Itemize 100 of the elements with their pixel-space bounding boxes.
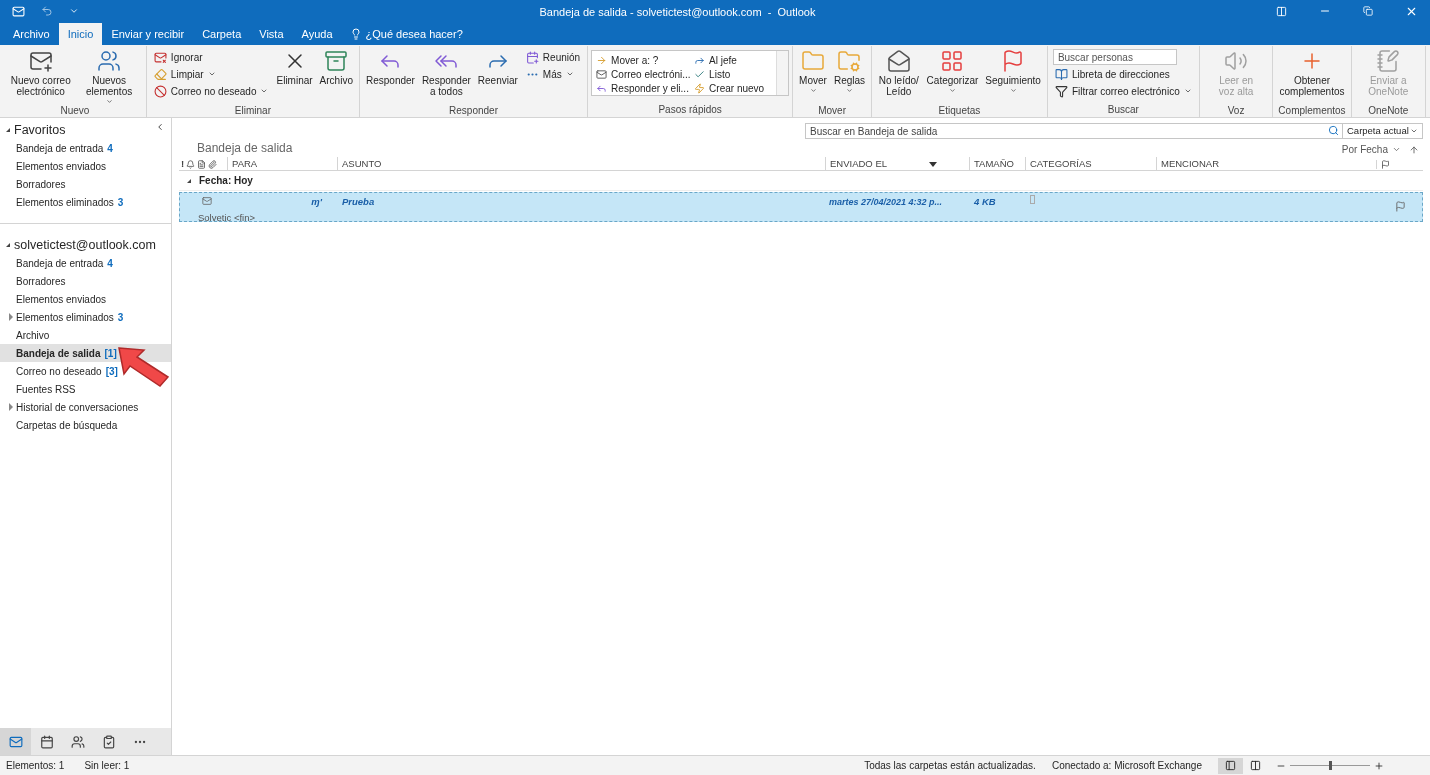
ribbon-button[interactable]: Nuevo correo electrónico xyxy=(7,46,75,104)
flag-icon[interactable] xyxy=(1395,201,1406,212)
ribbon-tab[interactable]: Ayuda xyxy=(292,23,342,45)
book-icon xyxy=(1054,67,1068,81)
folder-item[interactable]: Historial de conversaciones xyxy=(0,398,171,416)
expand-triangle-icon[interactable] xyxy=(6,243,10,247)
column-header[interactable]: ASUNTO xyxy=(337,157,825,172)
zoom-in-icon[interactable] xyxy=(1374,760,1384,771)
attachment-icon[interactable] xyxy=(208,159,218,169)
ribbon-button[interactable]: Responder a todos xyxy=(418,46,474,104)
column-header[interactable]: MENCIONAR xyxy=(1156,157,1376,172)
reminder-icon[interactable] xyxy=(186,159,196,169)
folder-item[interactable]: Fuentes RSS xyxy=(0,380,171,398)
quick-step[interactable]: Crear nuevo xyxy=(694,81,773,95)
unread-count: 4 xyxy=(107,141,113,156)
ribbon-button[interactable]: Reglas xyxy=(830,46,869,104)
unread-status: Sin leer: 1 xyxy=(84,759,130,773)
customize-icon[interactable] xyxy=(69,6,79,16)
sort-direction-icon[interactable] xyxy=(1409,144,1419,155)
quick-step[interactable]: Responder y eli... xyxy=(596,81,695,95)
undo-icon[interactable] xyxy=(41,5,53,17)
folder-item[interactable]: Elementos enviados xyxy=(0,290,171,308)
ribbon-tab[interactable]: Vista xyxy=(250,23,293,45)
reading-view-icon xyxy=(1250,760,1261,771)
ribbon-button[interactable]: Reenviar xyxy=(474,46,521,104)
tell-me-field[interactable]: ¿Qué desea hacer? xyxy=(365,25,486,43)
check-icon xyxy=(694,68,706,80)
folder-item[interactable]: Bandeja de entrada 4 xyxy=(0,139,171,157)
ribbon-button[interactable]: Reunión xyxy=(523,49,583,65)
people-search-field[interactable]: Buscar personas xyxy=(1052,49,1177,65)
ribbon-button[interactable]: Responder xyxy=(362,46,418,104)
importance-column[interactable]: ! xyxy=(181,157,185,172)
ribbon-button[interactable]: Seguimiento xyxy=(982,46,1044,104)
category-grid-icon xyxy=(940,49,965,73)
ribbon-button[interactable]: Ignorar xyxy=(151,49,271,65)
quick-step[interactable]: Correo electróni... xyxy=(596,67,695,81)
quick-step[interactable]: Listo xyxy=(694,67,773,81)
group-label: OneNote xyxy=(1367,104,1410,118)
sort-dropdown[interactable]: Por Fecha xyxy=(1341,142,1401,157)
group-label: Responder xyxy=(448,104,499,118)
ribbon-button[interactable]: Obtener complementos xyxy=(1276,46,1348,104)
column-header[interactable]: PARA xyxy=(227,157,337,172)
folder-item[interactable]: Bandeja de entrada 4 xyxy=(0,254,171,272)
folder-item[interactable]: Elementos eliminados 3 xyxy=(0,308,171,326)
envelope-icon xyxy=(202,196,212,206)
group-label: Buscar xyxy=(1106,103,1140,117)
ribbon-button[interactable]: No leído/ Leído xyxy=(875,46,923,104)
normal-view-icon xyxy=(1225,760,1236,771)
ribbon-button[interactable]: Nuevos elementos xyxy=(75,46,143,104)
message-size: 4 KB xyxy=(973,195,997,209)
column-header[interactable]: TAMAÑO xyxy=(969,157,1025,172)
ribbon-button[interactable]: Filtrar correo electrónico xyxy=(1052,83,1194,99)
folder-item[interactable]: Borradores xyxy=(0,272,171,290)
nav-button[interactable] xyxy=(0,728,31,755)
search-icon[interactable] xyxy=(1328,125,1339,136)
column-header[interactable]: ENVIADO EL xyxy=(825,157,969,172)
connection-status: Conectado a: Microsoft Exchange xyxy=(1051,759,1202,773)
folder-item[interactable]: Borradores xyxy=(0,175,171,193)
zoom-slider[interactable] xyxy=(1290,760,1370,771)
folder-item[interactable]: Carpetas de búsqueda xyxy=(0,416,171,434)
quick-step[interactable]: Mover a: ? xyxy=(596,53,695,67)
ribbon-tab[interactable]: Archivo xyxy=(4,23,59,45)
message-row[interactable]: ɱ' Solvetic <fin> Prueba martes 27/04/2021 4:32 p... 4 KB xyxy=(179,192,1423,222)
ribbon-button[interactable]: Libreta de direcciones xyxy=(1052,66,1194,82)
folder-item[interactable]: Elementos eliminados 3 xyxy=(0,193,171,211)
ribbon-tab[interactable]: Carpeta xyxy=(193,23,251,45)
ribbon-options-icon[interactable] xyxy=(1276,5,1287,17)
folder-item[interactable]: Elementos enviados xyxy=(0,157,171,175)
window-title: Bandeja de salida - solvetictest@outlook.com - Outlook xyxy=(539,6,816,18)
ribbon-tab[interactable]: Inicio xyxy=(58,23,103,45)
quick-step[interactable]: Al jefe xyxy=(694,53,773,67)
flag-icon[interactable] xyxy=(1381,159,1390,169)
restore-icon[interactable] xyxy=(1363,6,1373,16)
ribbon-button[interactable]: Archivo xyxy=(316,46,356,104)
ribbon-tab[interactable]: Enviar y recibir xyxy=(102,23,194,45)
scope-dropdown[interactable]: Carpeta actual xyxy=(1343,123,1423,139)
calendar-icon xyxy=(525,50,539,64)
collapse-triangle-icon[interactable] xyxy=(187,178,191,183)
ribbon-button[interactable]: Eliminar xyxy=(273,46,316,104)
section-heading: Favoritos xyxy=(14,121,66,139)
mail-icon xyxy=(8,734,23,749)
sort-triangle-icon xyxy=(929,161,937,167)
document-icon[interactable] xyxy=(197,159,207,169)
column-header[interactable]: CATEGORÍAS xyxy=(1025,157,1156,172)
folder-item[interactable]: Correo no deseado [3] xyxy=(0,362,171,380)
ribbon-button[interactable]: Categorizar xyxy=(923,46,982,104)
mail-search-field[interactable]: Buscar en Bandeja de salida xyxy=(805,123,1343,139)
folder-item[interactable]: Bandeja de salida [1] xyxy=(0,344,171,362)
ribbon-button[interactable]: Limpiar xyxy=(151,66,271,82)
ribbon-button[interactable]: Mover xyxy=(796,46,830,104)
collapse-pane-icon[interactable] xyxy=(155,122,165,132)
ribbon-button[interactable]: Más xyxy=(523,66,583,82)
expand-triangle-icon[interactable] xyxy=(6,128,10,132)
folder-item[interactable]: Archivo xyxy=(0,326,171,344)
ribbon-button[interactable]: Correo no deseado xyxy=(151,83,271,99)
recipient: ɱ' xyxy=(310,195,323,209)
people-icon xyxy=(70,734,85,749)
normal-view-button[interactable] xyxy=(1218,757,1243,774)
group-label: Nuevo xyxy=(59,104,91,118)
people-icon xyxy=(97,49,122,73)
